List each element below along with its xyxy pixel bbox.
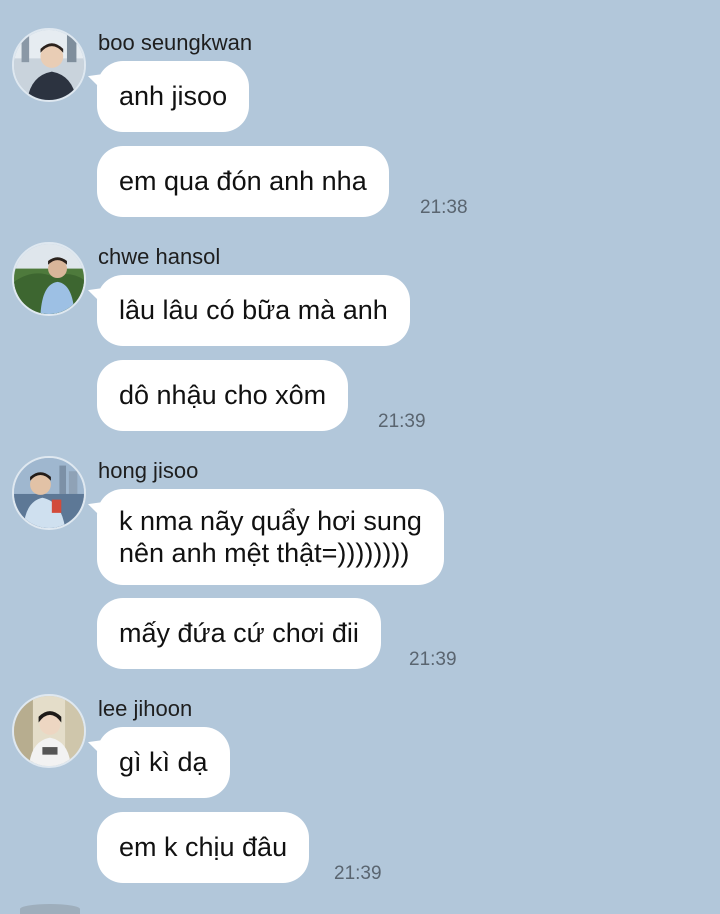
profile-photo-icon bbox=[14, 696, 84, 766]
message-bubble[interactable]: lâu lâu có bữa mà anh bbox=[97, 275, 410, 346]
message-line: nên anh mệt thật=)))))))) bbox=[119, 538, 410, 568]
avatar[interactable] bbox=[12, 28, 86, 102]
avatar[interactable] bbox=[12, 242, 86, 316]
message-bubble[interactable]: gì kì dạ bbox=[97, 727, 230, 798]
avatar[interactable] bbox=[12, 456, 86, 530]
sender-name: boo seungkwan bbox=[98, 30, 253, 55]
message-line: k nma nãy quẩy hơi sung bbox=[119, 506, 422, 536]
profile-photo-icon bbox=[14, 458, 84, 528]
message-timestamp: 21:39 bbox=[409, 649, 457, 670]
message-bubble[interactable]: em k chịu đâu bbox=[97, 812, 310, 883]
sender-name: chwe hansol bbox=[98, 244, 221, 269]
message-bubble[interactable]: dô nhậu cho xôm bbox=[97, 360, 349, 431]
message-bubble[interactable]: mấy đứa cứ chơi đii bbox=[97, 598, 381, 669]
message-timestamp: 21:39 bbox=[334, 863, 382, 884]
message-bubble[interactable]: anh jisoo bbox=[97, 61, 250, 132]
message-timestamp: 21:39 bbox=[378, 411, 426, 432]
sender-name: lee jihoon bbox=[98, 696, 193, 721]
profile-photo-icon bbox=[14, 30, 84, 100]
avatar[interactable] bbox=[12, 694, 86, 768]
message-bubble[interactable]: em qua đón anh nha bbox=[97, 146, 389, 217]
message-timestamp: 21:38 bbox=[420, 197, 468, 218]
message-bubble[interactable]: k nma nãy quẩy hơi sung nên anh mệt thật… bbox=[97, 489, 444, 585]
sender-name: hong jisoo bbox=[98, 458, 199, 483]
profile-photo-icon bbox=[14, 244, 84, 314]
next-avatar-partial bbox=[20, 904, 80, 914]
